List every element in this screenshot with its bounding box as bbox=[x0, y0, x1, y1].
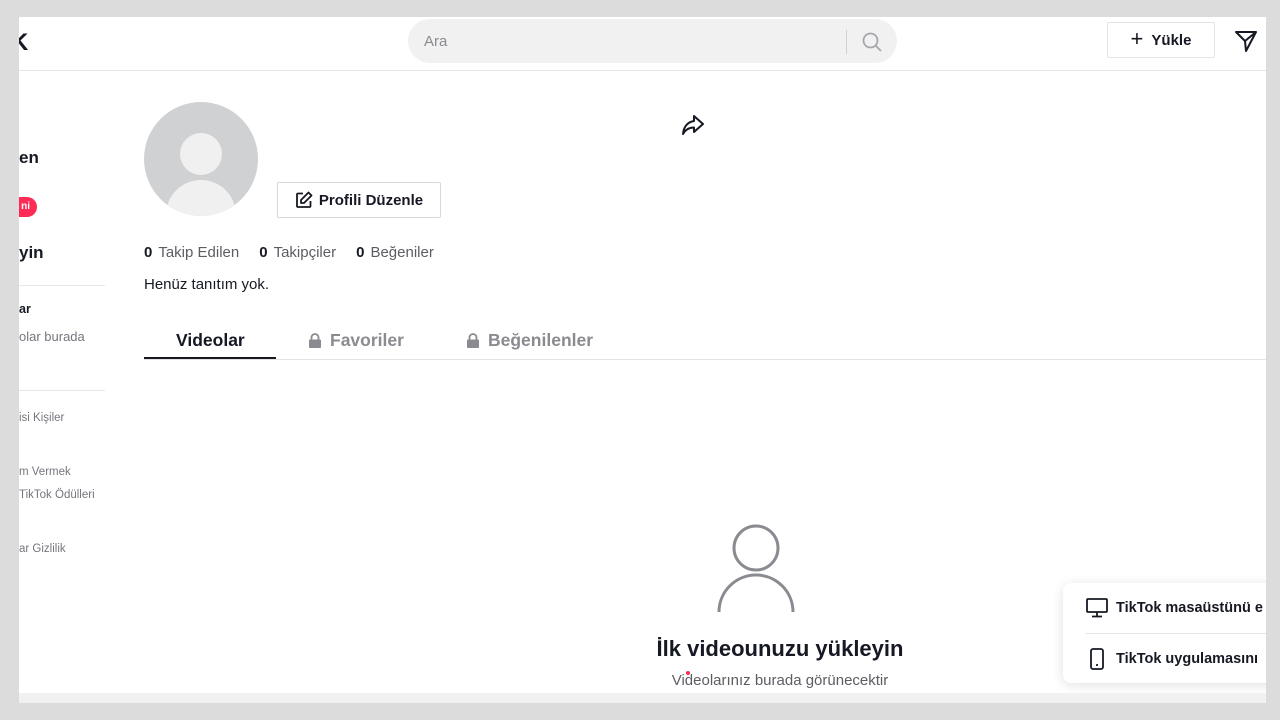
get-desktop-app-link[interactable]: TikTok masaüstünü e bbox=[1086, 598, 1263, 618]
top-header: K Ara + Yükle bbox=[19, 17, 1266, 71]
profile-stats: 0 Takip Edilen 0 Takipçiler 0 Beğeniler bbox=[144, 244, 434, 261]
get-app-panel: TikTok masaüstünü e TikTok uygulamasını bbox=[1063, 583, 1266, 683]
stat-value: 0 bbox=[356, 244, 365, 261]
sidebar-footer-link[interactable]: ar Gizlilik bbox=[19, 543, 66, 555]
share-icon[interactable] bbox=[680, 112, 706, 138]
stat-value: 0 bbox=[144, 244, 153, 261]
sidebar-section-title: ar bbox=[19, 302, 31, 316]
stat-followers[interactable]: 0 Takipçiler bbox=[259, 244, 336, 261]
edit-profile-button[interactable]: Profili Düzenle bbox=[277, 182, 441, 218]
stat-value: 0 bbox=[259, 244, 268, 261]
edit-profile-label: Profili Düzenle bbox=[318, 191, 424, 209]
send-icon[interactable] bbox=[1233, 28, 1259, 54]
sidebar-login-prompt[interactable]: yin bbox=[19, 243, 44, 263]
search-input[interactable]: Ara bbox=[424, 33, 447, 50]
sidebar-footer-link[interactable]: TikTok Ödülleri bbox=[19, 489, 95, 501]
search-divider bbox=[846, 30, 847, 54]
stat-label: Takip Edilen bbox=[158, 244, 240, 261]
tab-label: Beğenilenler bbox=[488, 330, 594, 350]
user-icon bbox=[717, 524, 795, 613]
tab-label: Videolar bbox=[176, 330, 245, 350]
profile-tabs: Videolar Favoriler Beğenilenler bbox=[144, 317, 1266, 360]
tab-videos[interactable]: Videolar bbox=[176, 330, 245, 351]
plus-icon: + bbox=[1130, 26, 1144, 51]
bottom-strip bbox=[19, 693, 1266, 703]
panel-divider bbox=[1086, 633, 1266, 634]
cursor-dot bbox=[686, 671, 690, 675]
tab-favorites[interactable]: Favoriler bbox=[308, 330, 404, 351]
sidebar-footer-link[interactable]: isi Kişiler bbox=[19, 412, 64, 424]
monitor-icon bbox=[1086, 598, 1108, 618]
phone-icon bbox=[1090, 648, 1104, 670]
lock-icon bbox=[309, 333, 321, 348]
active-tab-indicator bbox=[144, 357, 276, 359]
profile-bio: Henüz tanıtım yok. bbox=[144, 276, 270, 293]
live-badge: ni bbox=[19, 197, 37, 217]
sidebar-item-following[interactable]: en bbox=[19, 148, 39, 168]
avatar-head bbox=[180, 133, 222, 175]
app-window: K Ara + Yükle en ni yin ar olar burada i… bbox=[19, 17, 1266, 693]
upload-button[interactable]: + Yükle bbox=[1107, 22, 1215, 58]
search-icon[interactable] bbox=[860, 30, 884, 54]
edit-icon bbox=[296, 191, 313, 208]
sidebar-divider bbox=[19, 390, 105, 391]
tab-label: Favoriler bbox=[330, 330, 404, 350]
search-bar[interactable]: Ara bbox=[408, 19, 897, 63]
avatar[interactable] bbox=[144, 102, 258, 216]
get-desktop-label: TikTok masaüstünü e bbox=[1116, 600, 1263, 616]
sidebar-footer-link[interactable]: m Vermek bbox=[19, 466, 71, 478]
get-mobile-app-link[interactable]: TikTok uygulamasını bbox=[1086, 648, 1258, 670]
stat-following[interactable]: 0 Takip Edilen bbox=[144, 244, 239, 261]
sidebar-divider bbox=[19, 285, 105, 286]
get-mobile-label: TikTok uygulamasını bbox=[1116, 651, 1259, 667]
stat-label: Takipçiler bbox=[273, 244, 337, 261]
avatar-body bbox=[166, 180, 236, 216]
logo[interactable]: K bbox=[19, 29, 28, 57]
stat-likes: 0 Beğeniler bbox=[356, 244, 434, 261]
upload-label: Yükle bbox=[1151, 31, 1192, 49]
stat-label: Beğeniler bbox=[370, 244, 434, 261]
lock-icon bbox=[467, 333, 479, 348]
sidebar-section-text: olar burada bbox=[19, 329, 85, 344]
tab-liked[interactable]: Beğenilenler bbox=[466, 330, 593, 351]
